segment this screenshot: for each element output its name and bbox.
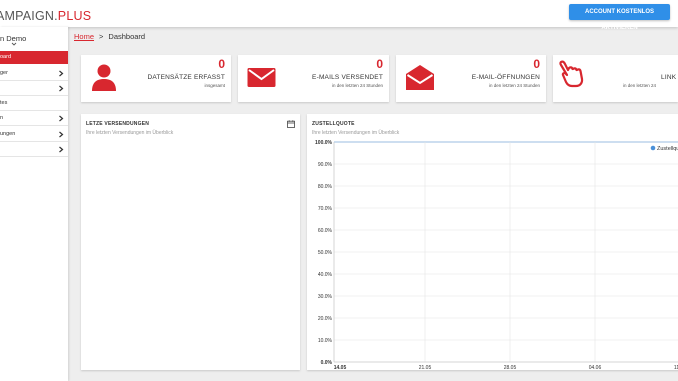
sidebar-item-3[interactable]: [0, 82, 68, 96]
panel-title: ZUSTELLQUOTE: [312, 121, 355, 127]
chevron-right-icon: [59, 115, 64, 122]
stat-card-link-clicks: LINK in den letzten 24: [553, 55, 678, 102]
y-tick-label: 70.0%: [318, 206, 333, 212]
panel-title: LETZE VERSENDUNGEN: [86, 121, 150, 127]
delivery-rate-panel: ZUSTELLQUOTE Ihre letzten Versendungen i…: [307, 114, 678, 370]
sidebar-item-6[interactable]: ungen: [0, 128, 68, 142]
pointer-hand-icon: [559, 60, 584, 88]
breadcrumb: Home > Dashboard: [74, 32, 145, 41]
stat-card-email-opens: 0 E-MAIL-ÖFFNUNGEN in den letzten 24 Stu…: [396, 55, 546, 102]
stat-subtitle: in den letzten 24: [623, 83, 657, 88]
stat-card-records: 0 DATENSÄTZE ERFASST insgesamt: [81, 55, 231, 102]
logo-text: AMPAIGN.: [0, 9, 58, 23]
sidebar: n Demo oard ger tes n ungen: [0, 27, 68, 381]
y-tick-label: 40.0%: [318, 272, 333, 278]
stat-value: 0: [376, 57, 383, 71]
stat-title: E-MAIL-ÖFFNUNGEN: [471, 74, 540, 81]
y-tick-label: 10.0%: [318, 338, 333, 344]
envelope-open-icon: [406, 65, 434, 90]
person-icon: [92, 64, 116, 91]
x-tick-label: 11.06: [674, 365, 678, 370]
chevron-down-icon[interactable]: [11, 41, 17, 47]
stat-card-emails-sent: 0 E-MAILS VERSENDET in den letzten 24 St…: [238, 55, 389, 102]
delivery-rate-chart: Zustellqu 0.0% 10.0% 20.0% 30.0% 40.0% 50.0% 60…: [315, 140, 678, 370]
breadcrumb-home-link[interactable]: Home: [74, 32, 94, 41]
chevron-right-icon: [59, 70, 64, 77]
stat-subtitle: insgesamt: [204, 83, 225, 88]
x-tick-label: 14.05: [334, 365, 347, 370]
stat-subtitle: in den letzten 24 Stunden: [331, 83, 383, 88]
panel-subtitle: Ihre letzten Versendungen im Überblick: [86, 130, 174, 136]
legend-label: Zustellqu: [657, 146, 678, 152]
breadcrumb-current: Dashboard: [108, 32, 146, 41]
calendar-icon[interactable]: [287, 120, 295, 128]
y-tick-label: 90.0%: [318, 162, 333, 168]
panel-subtitle: Ihre letzten Versendungen im Überblick: [312, 130, 400, 136]
stat-title: LINK: [661, 74, 677, 81]
app-logo[interactable]: AMPAIGN.PLUS: [0, 9, 91, 23]
sidebar-item-label: tes: [0, 100, 8, 106]
sidebar-item-label: ungen: [0, 131, 16, 137]
y-tick-label: 80.0%: [318, 184, 333, 190]
stat-title: E-MAILS VERSENDET: [312, 74, 383, 81]
chevron-right-icon: [59, 146, 64, 153]
y-tick-label: 0.0%: [321, 360, 333, 366]
envelope-icon: [247, 68, 276, 87]
top-bar: AMPAIGN.PLUS ACCOUNT KOSTENLOS AKTIVIERE…: [0, 0, 678, 31]
activate-account-button[interactable]: ACCOUNT KOSTENLOS AKTIVIEREN: [569, 4, 670, 31]
stat-title: DATENSÄTZE ERFASST: [147, 74, 225, 81]
x-tick-label: 04.06: [589, 365, 602, 370]
sidebar-item-label: oard: [0, 54, 12, 60]
legend-marker: [650, 145, 656, 151]
y-tick-label: 60.0%: [318, 228, 333, 234]
sidebar-item-4[interactable]: tes: [0, 97, 68, 111]
logo-accent-text: PLUS: [57, 9, 92, 23]
sidebar-item-label: ger: [0, 70, 8, 76]
stat-subtitle: in den letzten 24 Stunden: [488, 83, 540, 88]
x-tick-label: 28.05: [504, 365, 517, 370]
sidebar-item-7[interactable]: [0, 143, 68, 157]
y-tick-label: 30.0%: [318, 294, 333, 300]
stat-value: 0: [533, 57, 540, 71]
recent-dispatches-panel: LETZE VERSENDUNGEN Ihre letzten Versendu…: [81, 114, 300, 370]
stat-value: 0: [218, 57, 225, 71]
chevron-right-icon: [59, 131, 64, 138]
sidebar-item-5[interactable]: n: [0, 112, 68, 126]
chevron-right-icon: [59, 85, 64, 92]
x-tick-label: 21.05: [419, 365, 432, 370]
sidebar-item-2[interactable]: ger: [0, 67, 68, 81]
sidebar-item-label: n: [0, 115, 4, 121]
y-tick-label: 100.0%: [315, 140, 333, 146]
y-tick-label: 50.0%: [318, 250, 333, 256]
y-tick-label: 20.0%: [318, 316, 333, 322]
breadcrumb-separator: >: [99, 32, 104, 41]
sidebar-item-dashboard[interactable]: oard: [0, 51, 68, 64]
